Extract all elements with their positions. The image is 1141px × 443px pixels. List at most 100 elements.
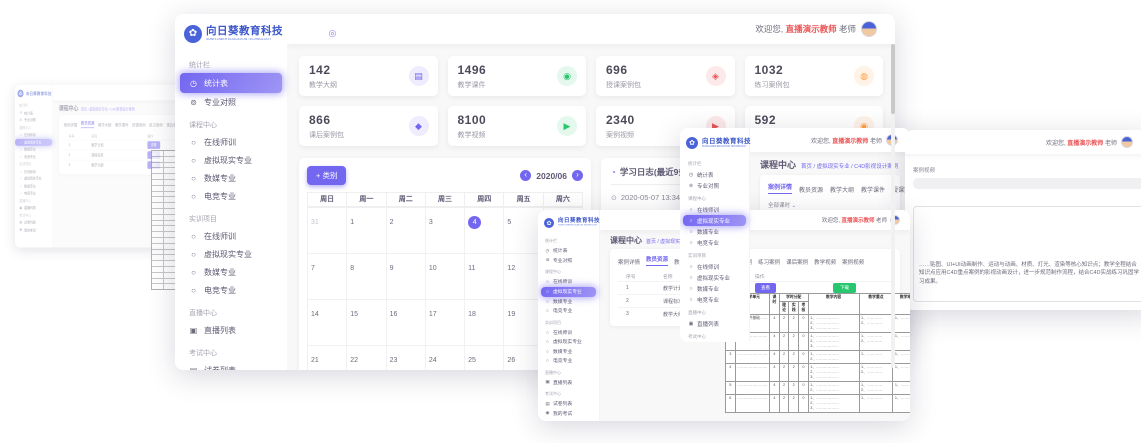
course-tab[interactable]: 教学课件 — [861, 185, 885, 194]
calendar-day[interactable]: 24 — [426, 346, 465, 370]
menu-item[interactable]: ○ 虚拟现实专业 — [541, 287, 596, 297]
menu-item[interactable]: ○ 数媒专业 — [175, 263, 287, 281]
menu-item[interactable]: 直播中心 — [15, 197, 52, 204]
menu-item[interactable]: 直播中心 — [175, 308, 287, 318]
course-tab[interactable]: 教员资源 — [799, 185, 823, 194]
menu-item[interactable]: ○ 电竞专业 — [15, 190, 52, 197]
calendar-day[interactable]: 23 — [387, 346, 426, 370]
menu-item[interactable]: ◉ 我的考试 — [15, 226, 52, 233]
breadcrumb-links[interactable]: 首页 / 虚拟现实专业 / C4D影视设计案例 — [81, 107, 135, 112]
lesson-filter[interactable]: 全部课时 ⌄ — [768, 201, 892, 209]
course-tab[interactable]: 案例详情 — [64, 122, 77, 128]
calendar-day[interactable]: 7 — [308, 254, 347, 300]
menu-item[interactable]: 统计栏 — [15, 102, 52, 109]
menu-item[interactable]: ⊚ 专业对照 — [538, 256, 599, 266]
calendar-day[interactable]: 22 — [347, 346, 386, 370]
menu-item[interactable]: ○ 数媒专业 — [680, 226, 749, 237]
collapse-icon[interactable]: ◎ — [328, 28, 336, 39]
course-tab[interactable]: 案例详情 — [618, 258, 640, 266]
menu-item[interactable]: ▤ 试卷列表 — [538, 399, 599, 409]
view-button[interactable]: 查看 — [755, 283, 776, 293]
calendar-day[interactable]: 2 — [387, 208, 426, 254]
next-month-button[interactable]: › — [572, 170, 583, 181]
calendar-day[interactable]: 25 — [465, 346, 504, 370]
menu-item[interactable]: 课程中心 — [538, 269, 599, 275]
menu-item[interactable]: 课程中心 — [175, 120, 287, 130]
menu-item[interactable]: ▤ 试卷列表 — [15, 219, 52, 226]
menu-item[interactable]: ○ 数媒专业 — [15, 146, 52, 153]
scrollbar[interactable] — [891, 44, 895, 370]
menu-item[interactable]: ▤ 试卷列表 — [175, 361, 287, 370]
breadcrumb-links[interactable]: 首页 / 虚拟现实专业 / C4D影视设计案例 — [801, 162, 898, 170]
menu-item[interactable]: ◷ 统计表 — [15, 109, 52, 116]
menu-item[interactable]: ○ 电竞专业 — [175, 187, 287, 205]
menu-item[interactable]: ○ 电竞专业 — [15, 153, 52, 160]
menu-item[interactable]: ○ 电竞专业 — [680, 294, 749, 305]
menu-item[interactable]: ○ 电竞专业 — [538, 306, 599, 316]
calendar-day[interactable]: 31 — [308, 208, 347, 254]
menu-item[interactable]: ○ 虚拟现实专业 — [15, 175, 52, 182]
add-category-button[interactable]: + 类别 — [307, 166, 346, 185]
menu-item[interactable]: ○ 虚拟现实专业 — [680, 272, 749, 283]
menu-item[interactable]: ○ 虚拟现实专业 — [175, 151, 287, 169]
menu-item[interactable]: 课程中心 — [680, 196, 749, 202]
menu-item[interactable]: ○ 在线师训 — [680, 204, 749, 215]
menu-item[interactable]: ○ 电竞专业 — [680, 237, 749, 248]
menu-item[interactable]: ○ 数媒专业 — [538, 347, 599, 357]
menu-item[interactable]: ▣ 直播列表 — [15, 204, 52, 211]
calendar-day[interactable]: 4 — [465, 208, 504, 254]
course-tab[interactable]: 教员资源 — [81, 120, 94, 128]
menu-item[interactable]: ○ 虚拟现实专业 — [683, 215, 746, 226]
calendar-day[interactable]: 3 — [426, 208, 465, 254]
menu-item[interactable]: ○ 数媒专业 — [680, 283, 749, 294]
course-tab[interactable]: 案例视频 — [842, 258, 864, 266]
menu-item[interactable]: ▣ 直播列表 — [680, 318, 749, 329]
menu-item[interactable]: 课程中心 — [15, 124, 52, 131]
course-tab[interactable]: 练习案例 — [758, 258, 780, 266]
menu-item[interactable]: ⊚ 专业对照 — [15, 117, 52, 124]
menu-item[interactable]: ○ 在线师训 — [538, 277, 599, 287]
menu-item[interactable]: ○ 在线师训 — [15, 131, 52, 138]
calendar-day[interactable]: 8 — [347, 254, 386, 300]
menu-item[interactable]: 实训项目 — [680, 253, 749, 259]
avatar[interactable] — [861, 21, 877, 37]
course-tab[interactable]: 教学视频 — [814, 258, 836, 266]
menu-item[interactable]: ○ 虚拟现实专业 — [175, 245, 287, 263]
course-tab[interactable]: 授课案例 — [132, 122, 145, 128]
menu-item[interactable]: ○ 电竞专业 — [175, 281, 287, 299]
menu-item[interactable]: ○ 数媒专业 — [15, 182, 52, 189]
menu-item[interactable]: ◉ 我的考试 — [538, 409, 599, 419]
menu-item[interactable]: ◷ 统计表 — [538, 246, 599, 256]
calendar-day[interactable]: 1 — [347, 208, 386, 254]
calendar-day[interactable]: 17 — [426, 300, 465, 346]
course-tab[interactable]: 课后案例 — [786, 258, 808, 266]
menu-item[interactable]: 考试中心 — [680, 334, 749, 340]
menu-item[interactable]: ○ 在线师训 — [15, 168, 52, 175]
menu-item[interactable]: 直播中心 — [680, 310, 749, 316]
menu-item[interactable]: 考试中心 — [175, 348, 287, 358]
menu-item[interactable]: 统计栏 — [538, 238, 599, 244]
menu-item[interactable]: ▣ 直播列表 — [175, 321, 287, 339]
menu-item[interactable]: 直播中心 — [538, 370, 599, 376]
menu-item[interactable]: ◷ 统计表 — [180, 73, 282, 93]
menu-item[interactable]: ○ 在线师训 — [538, 328, 599, 338]
menu-item[interactable]: ▣ 直播列表 — [538, 378, 599, 388]
calendar-day[interactable]: 9 — [387, 254, 426, 300]
calendar-day[interactable]: 10 — [426, 254, 465, 300]
course-tab[interactable]: 教学课件 — [115, 122, 128, 128]
course-tab[interactable]: 练习案例 — [149, 122, 162, 128]
avatar[interactable] — [1121, 136, 1133, 148]
menu-item[interactable]: ○ 在线师训 — [175, 227, 287, 245]
menu-item[interactable]: ◷ 统计表 — [680, 169, 749, 180]
menu-item[interactable]: ○ 数媒专业 — [175, 169, 287, 187]
prev-month-button[interactable]: ‹ — [520, 170, 531, 181]
menu-item[interactable]: ○ 在线师训 — [680, 261, 749, 272]
course-tab[interactable]: 案例详情 — [768, 182, 792, 194]
menu-item[interactable]: 实训项目 — [175, 214, 287, 224]
search-input[interactable] — [913, 178, 1141, 189]
download-button[interactable]: 下载 — [833, 283, 856, 293]
course-tab[interactable]: 教员资源 — [646, 255, 668, 266]
calendar-day[interactable]: 21 — [308, 346, 347, 370]
menu-item[interactable]: 实训项目 — [538, 320, 599, 326]
menu-item[interactable]: 统计栏 — [175, 60, 287, 70]
